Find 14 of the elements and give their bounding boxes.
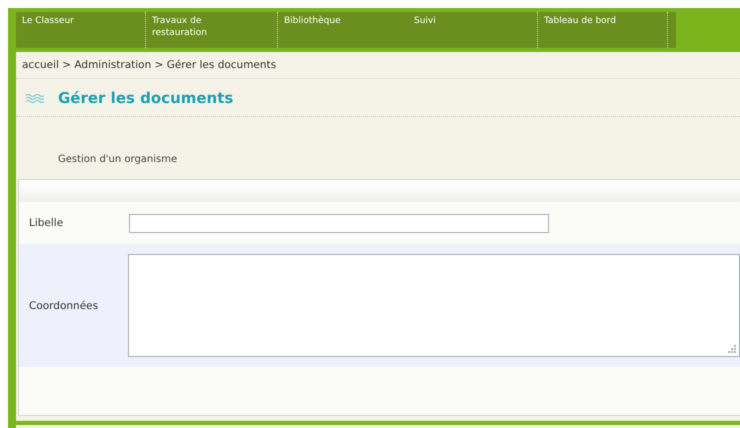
page-title: Gérer les documents [58, 89, 234, 107]
breadcrumb: accueil > Administration > Gérer les documents [22, 59, 276, 71]
field-label: Libelle [28, 217, 64, 229]
waves-icon [26, 94, 44, 102]
section-subtitle: Gestion d'un organisme [58, 154, 178, 165]
nav-tab[interactable]: Le Classeur [16, 12, 146, 48]
text-area[interactable] [128, 254, 740, 357]
nav-tab[interactable]: Travaux de restauration [146, 12, 278, 48]
nav-tab[interactable]: Tableau de bord [538, 12, 668, 48]
nav-tab[interactable]: Bibliothèque [278, 12, 408, 48]
input-field[interactable] [129, 214, 549, 232]
field-label: Coordonnées [28, 300, 100, 312]
resize-grip-icon[interactable] [728, 345, 736, 353]
nav-tab[interactable]: Suivi [408, 12, 538, 48]
